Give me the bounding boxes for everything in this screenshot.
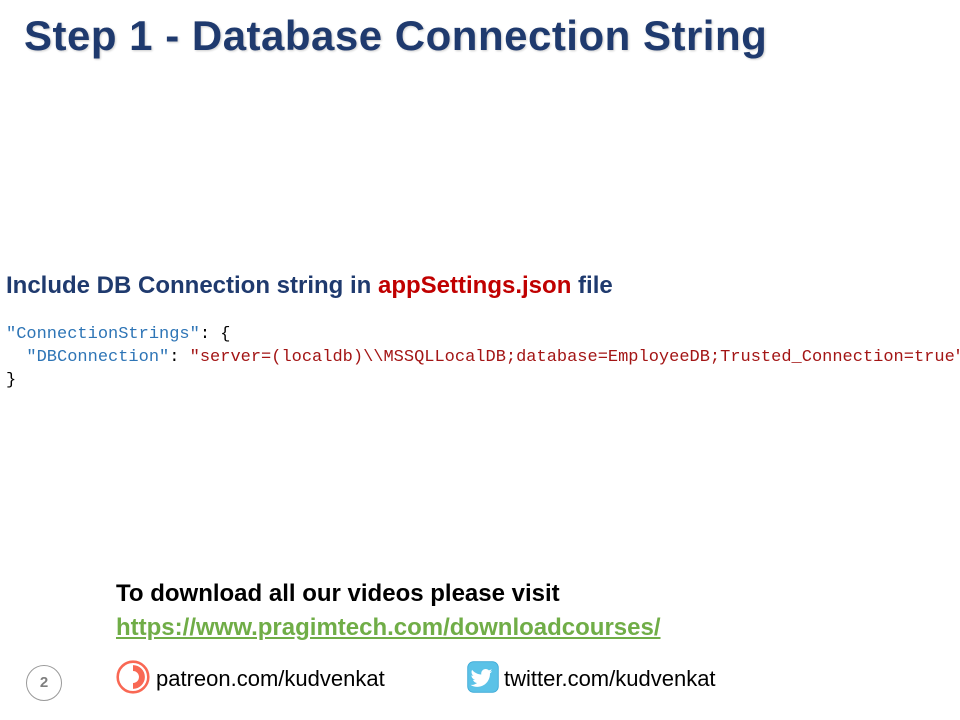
download-link[interactable]: https://www.pragimtech.com/downloadcours… [116,614,661,642]
twitter-icon [466,660,500,694]
instruction-suffix: file [571,272,612,299]
page-number: 2 [26,665,62,701]
instruction-prefix: Include DB Connection string in [6,272,378,299]
code-value-connectionstring: "server=(localdb)\\MSSQLLocalDB;database… [190,348,960,367]
code-indent [6,348,26,367]
code-colon: : [169,348,189,367]
code-key-dbconnection: "DBConnection" [26,348,169,367]
patreon-handle: patreon.com/kudvenkat [156,666,385,692]
code-colon: : [200,325,220,344]
instruction-highlight: appSettings.json [378,272,571,299]
code-close-brace: } [6,371,16,390]
instruction-text: Include DB Connection string in appSetti… [6,272,613,300]
code-snippet: "ConnectionStrings": { "DBConnection": "… [6,324,960,393]
slide-title: Step 1 - Database Connection String [0,0,960,60]
code-key-connectionstrings: "ConnectionStrings" [6,325,200,344]
download-prompt: To download all our videos please visit [116,580,560,608]
code-open-brace: { [220,325,230,344]
twitter-handle: twitter.com/kudvenkat [504,666,716,692]
patreon-icon [116,660,150,694]
